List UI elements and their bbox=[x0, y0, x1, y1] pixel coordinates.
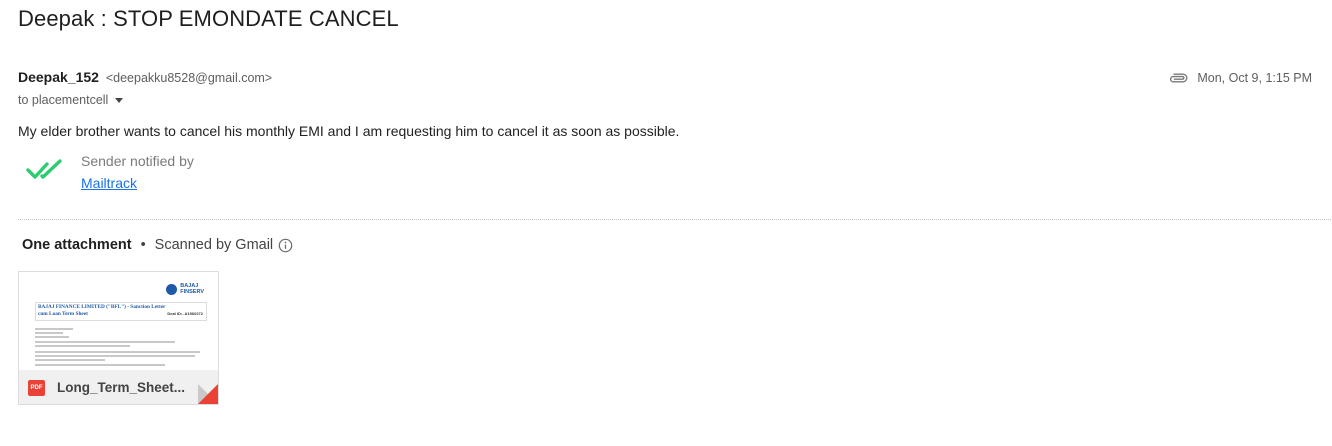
thumbnail-text-line bbox=[35, 336, 69, 338]
date-area: Mon, Oct 9, 1:15 PM bbox=[1168, 71, 1312, 85]
email-body: My elder brother wants to cancel his mon… bbox=[18, 123, 680, 139]
attachment-thumbnail: BAJAJ FINSERV BAJAJ FINANCE LIMITED ("BF… bbox=[19, 272, 218, 370]
scanned-label: Scanned by Gmail bbox=[154, 237, 274, 253]
logo-mark-icon bbox=[166, 284, 178, 295]
page-fold-accent bbox=[198, 384, 218, 404]
double-check-icon bbox=[26, 159, 62, 179]
divider bbox=[18, 219, 1331, 220]
pdf-icon: PDF bbox=[28, 380, 45, 396]
thumbnail-ref: Deal ID:- A1960272 bbox=[167, 311, 203, 316]
bajaj-logo: BAJAJ FINSERV bbox=[166, 283, 204, 295]
sender-name[interactable]: Deepak_152 bbox=[18, 69, 99, 85]
attachment-filename: Long_Term_Sheet... bbox=[57, 380, 186, 395]
recipients-label: to placementcell bbox=[18, 93, 109, 107]
chevron-down-icon[interactable] bbox=[115, 98, 124, 103]
thumbnail-title: BAJAJ FINANCE LIMITED ("BFL") - Sanction… bbox=[38, 304, 166, 317]
attachment-footer: PDF Long_Term_Sheet... bbox=[19, 370, 218, 404]
email-subject: Deepak : STOP EMONDATE CANCEL bbox=[18, 6, 399, 31]
info-icon[interactable] bbox=[278, 238, 293, 253]
attachment-count: One attachment bbox=[22, 237, 132, 253]
sender-row: Deepak_152 <deepakku8528@gmail.com> bbox=[18, 69, 272, 85]
email-date: Mon, Oct 9, 1:15 PM bbox=[1197, 71, 1312, 85]
mailtrack-text: Sender notified by bbox=[81, 153, 194, 169]
logo-line2: FINSERV bbox=[180, 288, 204, 295]
paperclip-icon bbox=[1170, 73, 1188, 83]
thumbnail-text-line bbox=[35, 341, 175, 343]
mailtrack-link[interactable]: Mailtrack bbox=[81, 175, 137, 191]
sender-email: <deepakku8528@gmail.com> bbox=[105, 71, 273, 85]
separator: • bbox=[140, 237, 146, 253]
thumbnail-text-line bbox=[35, 328, 73, 330]
attachments-header: One attachment • Scanned by Gmail bbox=[22, 237, 293, 253]
thumbnail-title-box: BAJAJ FINANCE LIMITED ("BFL") - Sanction… bbox=[35, 302, 207, 321]
thumbnail-text-line bbox=[35, 332, 63, 334]
recipients-row[interactable]: to placementcell bbox=[18, 93, 124, 107]
thumbnail-text-line bbox=[35, 355, 195, 357]
logo-text: BAJAJ FINSERV bbox=[180, 283, 204, 295]
thumbnail-text-line bbox=[35, 359, 105, 361]
attachment-card[interactable]: BAJAJ FINSERV BAJAJ FINANCE LIMITED ("BF… bbox=[18, 271, 219, 405]
thumbnail-text-line bbox=[35, 345, 130, 347]
thumbnail-text-line bbox=[35, 364, 165, 366]
thumbnail-text-line bbox=[35, 351, 200, 353]
